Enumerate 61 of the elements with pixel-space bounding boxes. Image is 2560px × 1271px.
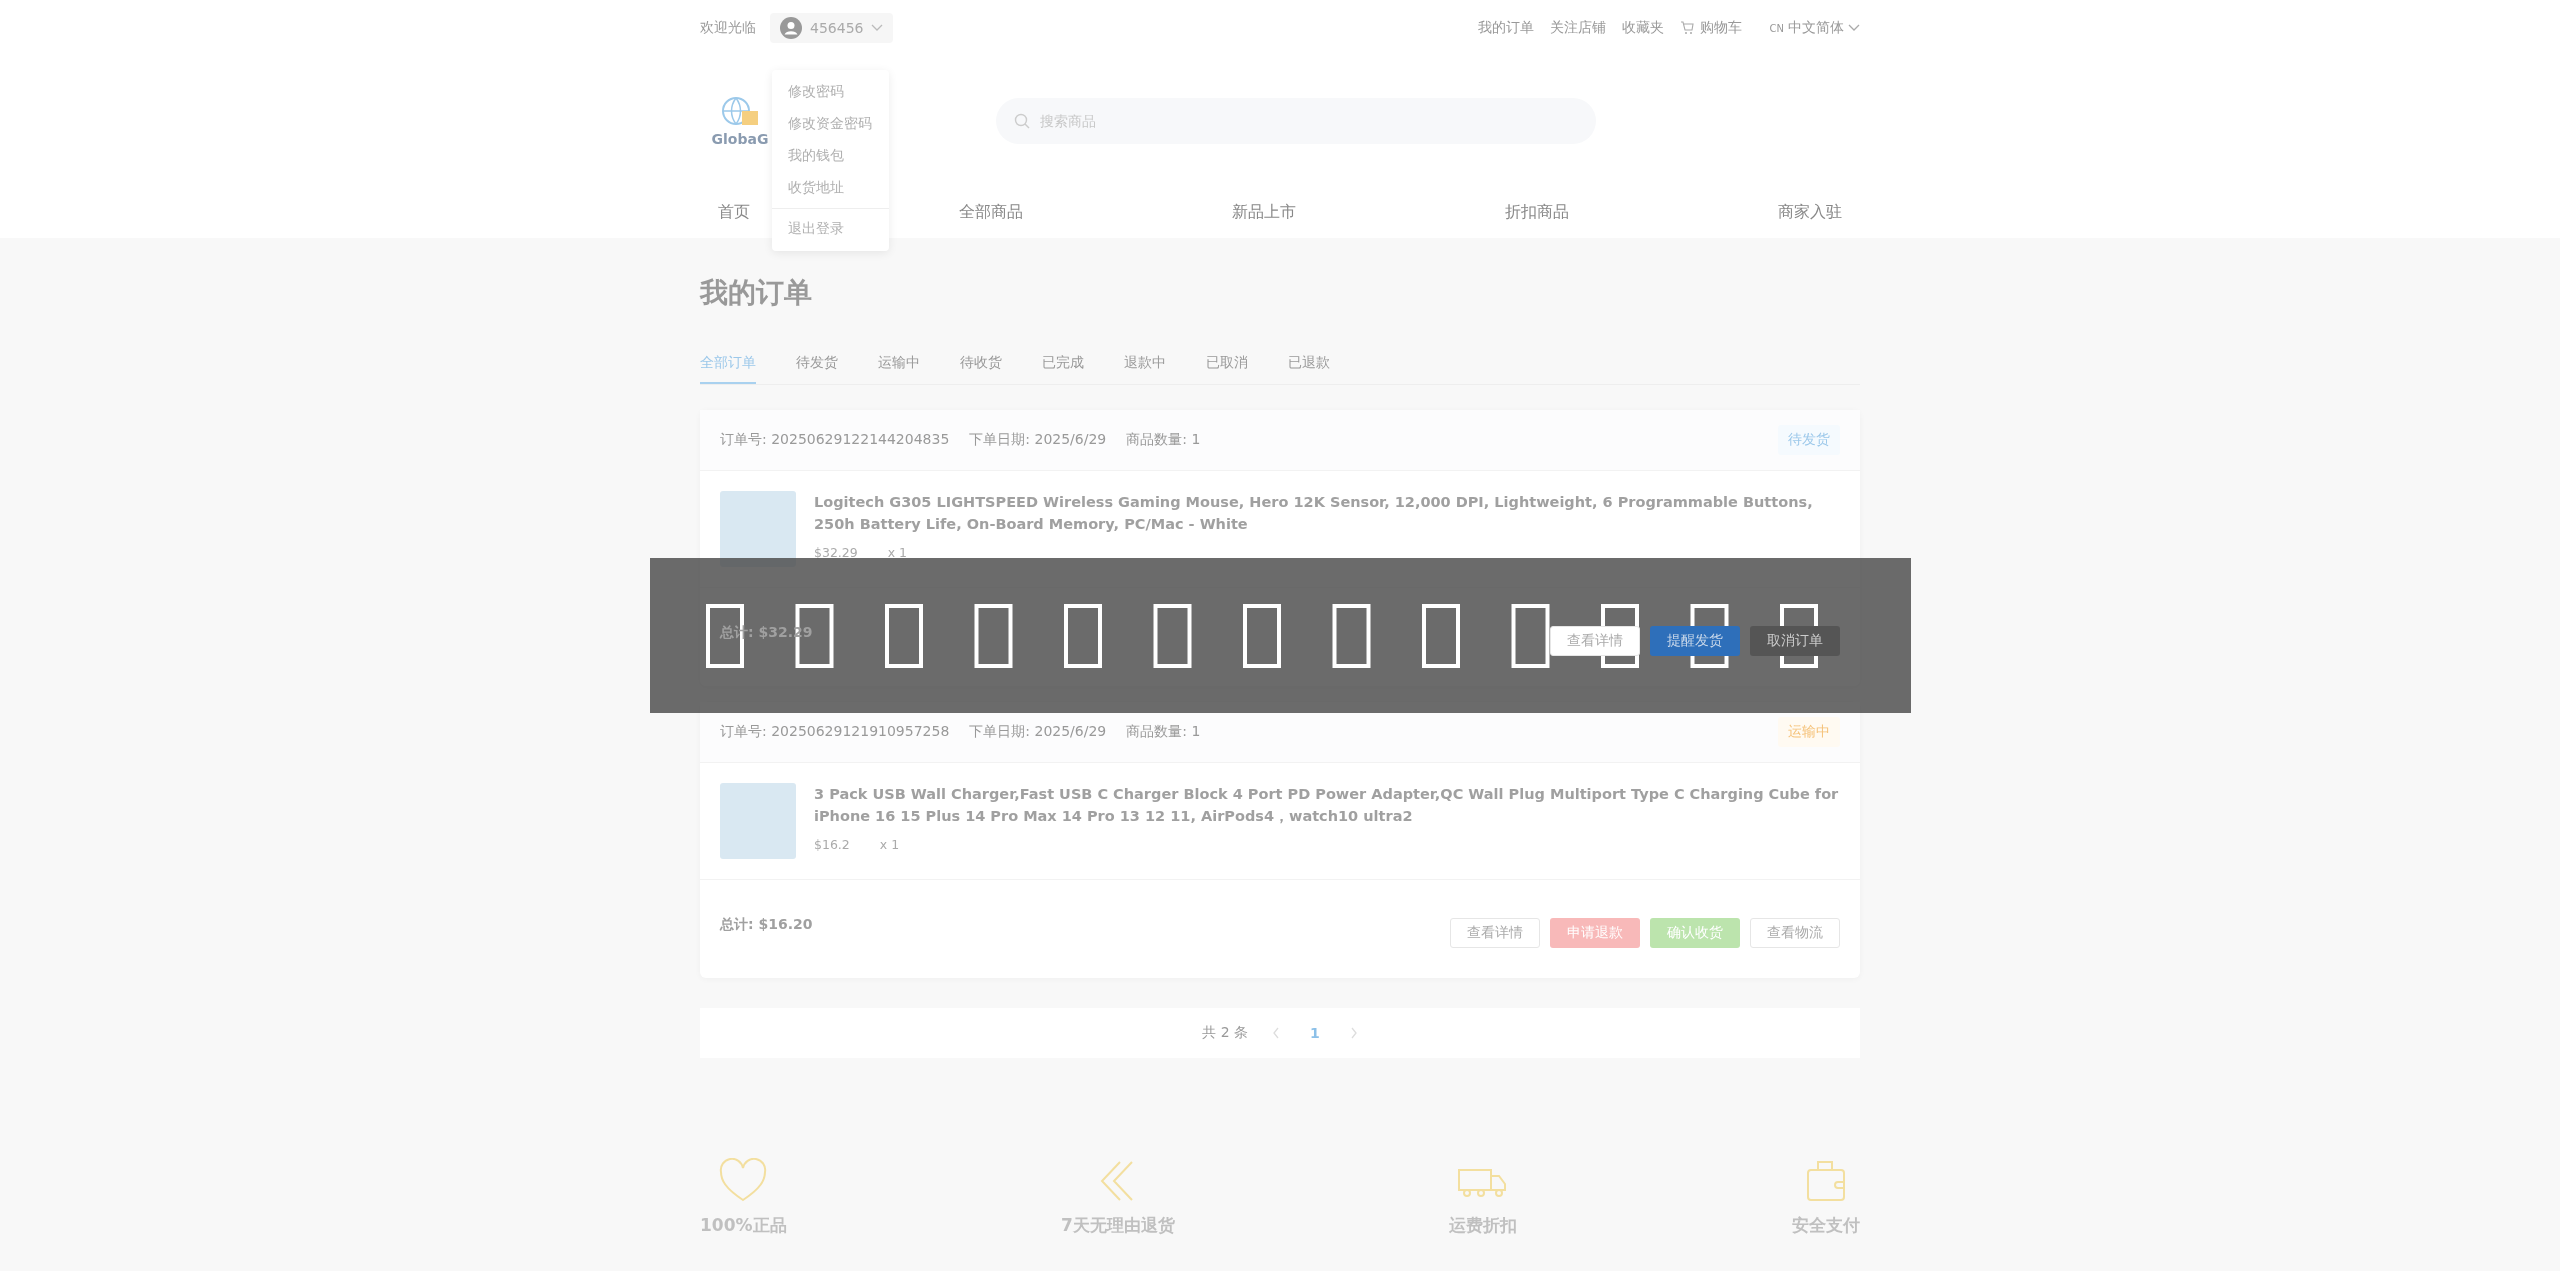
product-title: Logitech G305 LIGHTSPEED Wireless Gaming Mouse, Hero 12K Sensor, 12,000 DPI, Lightweight, 6 Programmable Buttons, 250h Battery Life, On-Board Memory, PC/Mac - White [814,493,1814,534]
feature-label: 安全支付 [1791,1214,1860,1237]
quantity-text: x 1 [879,837,900,852]
product-title: 3 Pack USB Wall Charger,Fast USB C Charger Block 4 Port PD Power Adapter,QC Wall Plug Multiport Type C Charging Cube for iPhone 16 15 Plus 14 Pro Max 14 Pro 13 12 11, AirPods4，watch10 ultra2 [814,785,1840,826]
order-action-button[interactable]: 取消订单 [1750,626,1840,656]
feature-label: 运费折扣 [1449,1214,1518,1237]
order-meta: 下单日期: 2025/6/29 [969,431,1107,449]
price-text: $32.29 [814,545,858,560]
status-badge: 待发货 [1778,425,1840,455]
order-action-button[interactable]: 查看详情 [1450,918,1540,948]
order-tab[interactable]: 全部订单 [700,354,756,384]
nav-link[interactable]: 折扣商品 [1505,201,1569,223]
feature-label: 100%正品 [700,1214,787,1237]
order-tab[interactable]: 退款中 [1124,354,1166,384]
order-tab[interactable]: 待收货 [960,354,1002,384]
total-count: 共 2 条 [1202,1024,1249,1042]
welcome-text: 欢迎光临 [700,19,756,37]
order-meta: 订单号: 20250629122144204835 [720,431,950,449]
nav-link[interactable]: 全部商品 [959,201,1023,223]
top-link[interactable]: 我的订单 [1477,19,1534,37]
cart-icon [1679,21,1694,35]
caret-icon [1848,24,1860,32]
nav-link[interactable]: 首页 [718,201,750,223]
order-tab[interactable]: 运输中 [878,354,920,384]
feature-label: 7天无理由退货 [1061,1214,1175,1237]
cart-link[interactable]: 购物车 [1679,19,1742,37]
nav-link[interactable]: 新品上市 [1232,201,1296,223]
order-action-button[interactable]: 查看物流 [1750,918,1840,948]
user-menu-button[interactable]: 456456 [770,13,894,43]
logout-menu-item[interactable]: 退出登录 [772,213,889,245]
order-total: 总计: $16.20 [720,916,813,934]
page-title: 我的订单 [700,275,813,311]
caret-icon [871,24,884,32]
chevron-left-icon[interactable] [1272,1027,1281,1039]
avatar-icon [780,17,802,39]
top-link[interactable]: 关注店铺 [1549,19,1606,37]
order-action-button[interactable]: 申请退款 [1550,918,1640,948]
nav-link[interactable]: 商家入驻 [1778,201,1842,223]
order-tab[interactable]: 已退款 [1288,354,1330,384]
quantity-text: x 1 [887,545,908,560]
chevron-right-icon[interactable] [1349,1027,1358,1039]
menu-item[interactable]: 修改密码 [772,76,889,108]
order-meta: 商品数量: 1 [1126,723,1201,741]
order-action-button[interactable]: 查看详情 [1550,626,1640,656]
menu-item[interactable]: 我的钱包 [772,140,889,172]
language-selector[interactable]: CN 中文简体 [1769,19,1860,37]
order-meta: 下单日期: 2025/6/29 [969,723,1107,741]
top-link[interactable]: 收藏夹 [1621,19,1664,37]
order-action-button[interactable]: 确认收货 [1650,918,1740,948]
order-tab[interactable]: 已完成 [1042,354,1084,384]
order-action-button[interactable]: 提醒发货 [1650,626,1740,656]
menu-item[interactable]: 修改资金密码 [772,108,889,140]
order-meta: 订单号: 20250629121910957258 [720,723,950,741]
order-tab[interactable]: 待发货 [796,354,838,384]
logo-text: GlobaG [711,131,769,147]
status-badge: 运输中 [1778,717,1840,747]
order-tab[interactable]: 已取消 [1206,354,1248,384]
page-button[interactable]: 1 [1304,1024,1326,1042]
price-text: $16.2 [814,837,850,852]
order-meta: 商品数量: 1 [1126,431,1201,449]
menu-item[interactable]: 收货地址 [772,172,889,204]
